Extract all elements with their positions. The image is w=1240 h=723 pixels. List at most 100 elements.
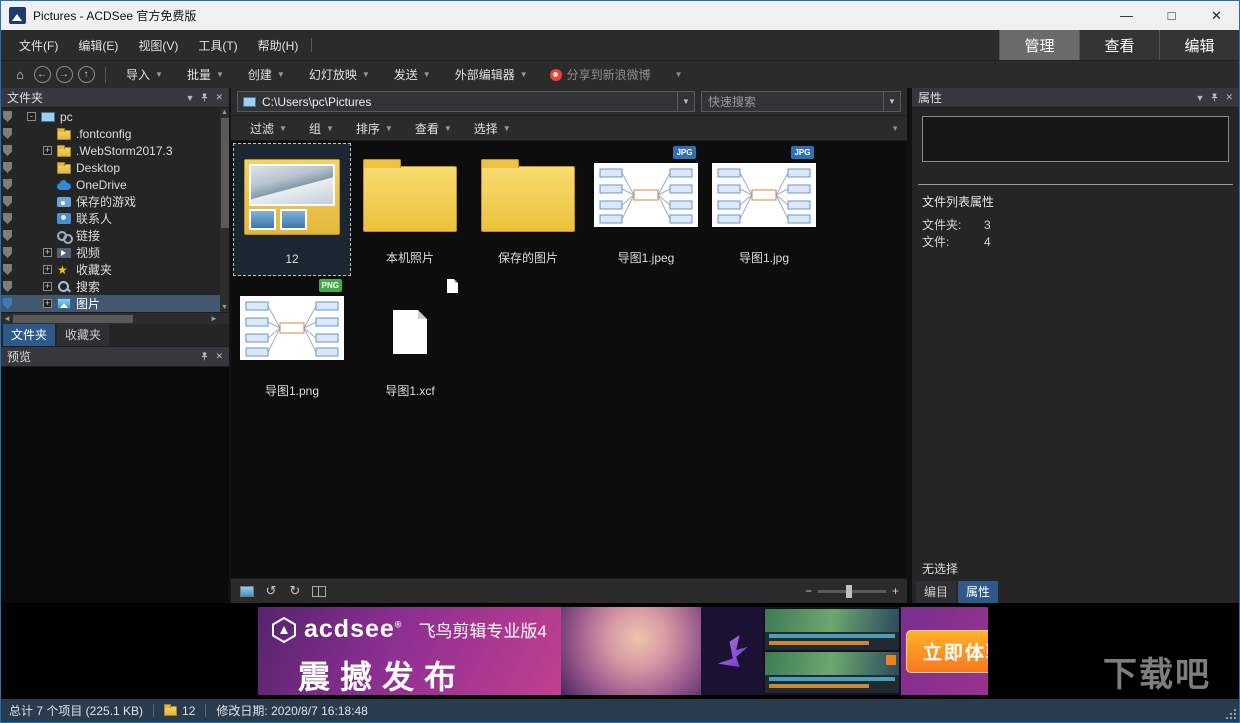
tree-item[interactable]: 保存的游戏 xyxy=(1,193,229,210)
toolbar-dropdown[interactable]: 导入 ▼ xyxy=(114,66,175,83)
file-tile[interactable]: JPG 导图1.jpg xyxy=(705,143,823,276)
scroll-right-icon[interactable]: ► xyxy=(208,313,220,325)
left-panel-tabs: 文件夹收藏夹 xyxy=(1,324,229,347)
zoom-in-icon[interactable]: + xyxy=(892,584,899,598)
toolbar-dropdown[interactable]: 创建 ▼ xyxy=(236,66,297,83)
scrollbar-thumb[interactable] xyxy=(221,118,229,228)
resize-grip[interactable] xyxy=(1226,709,1236,719)
mode-tab-edit[interactable]: 编辑 xyxy=(1159,30,1239,60)
filter-button-label: 排序 xyxy=(356,120,380,137)
mindmap-thumbnail xyxy=(240,296,344,360)
file-tile[interactable]: 本机照片 xyxy=(351,143,469,276)
toolbar-dropdown-label: 创建 xyxy=(248,66,272,83)
filter-button[interactable]: 排序 ▼ xyxy=(345,120,404,137)
chevron-down-icon: ▼ xyxy=(362,70,370,79)
pin-icon[interactable] xyxy=(200,93,209,102)
ad-banner[interactable]: acdsee® 飞鸟剪辑专业版4 震撼发布 xyxy=(258,607,988,695)
tree-item[interactable]: 链接 xyxy=(1,227,229,244)
toolbar-dropdown[interactable]: 发送 ▼ xyxy=(382,66,443,83)
file-tile[interactable]: 导图1.xcf xyxy=(351,276,469,409)
close-panel-icon[interactable]: ✕ xyxy=(1225,92,1233,103)
menu-item[interactable]: 编辑(E) xyxy=(68,30,128,60)
tree-item[interactable]: OneDrive xyxy=(1,176,229,193)
file-tile[interactable]: 12 xyxy=(233,143,351,276)
tree-expander[interactable]: + xyxy=(43,265,52,274)
tree-item[interactable]: .fontconfig xyxy=(1,125,229,142)
tree-item[interactable]: - pc xyxy=(1,108,229,125)
up-button[interactable]: ↑ xyxy=(75,64,97,86)
view-panels-icon[interactable] xyxy=(311,583,327,599)
tree-item[interactable]: + 视频 xyxy=(1,244,229,261)
mode-tab-manage[interactable]: 管理 xyxy=(999,30,1079,60)
thumbnail-preview-icon[interactable] xyxy=(239,583,255,599)
toolbar-overflow-icon[interactable]: ▼ xyxy=(675,70,683,79)
quick-search-input[interactable] xyxy=(702,95,883,109)
tree-item[interactable]: 联系人 xyxy=(1,210,229,227)
rotate-right-icon[interactable]: ↻ xyxy=(287,583,303,599)
pin-icon[interactable] xyxy=(200,352,209,361)
scrollbar-thumb[interactable] xyxy=(13,315,133,323)
toolbar-dropdown[interactable]: 外部编辑器 ▼ xyxy=(443,66,540,83)
address-combo[interactable]: C:\Users\pc\Pictures ▼ xyxy=(237,91,695,112)
tree-horizontal-scrollbar[interactable]: ◄ ► xyxy=(1,312,229,324)
tree-item[interactable]: + 图片 xyxy=(1,295,229,312)
share-weibo-button[interactable]: 分享到新浪微博 xyxy=(540,66,661,83)
tree-expander[interactable]: + xyxy=(43,146,52,155)
tree-expander[interactable]: + xyxy=(43,248,52,257)
address-dropdown-icon[interactable]: ▼ xyxy=(677,92,694,111)
tree-expander[interactable]: + xyxy=(43,299,52,308)
zoom-out-icon[interactable]: − xyxy=(805,584,812,598)
close-panel-icon[interactable]: ✕ xyxy=(215,351,223,362)
zoom-slider[interactable] xyxy=(818,590,886,593)
cta-button[interactable]: 立即体验 xyxy=(906,630,988,673)
panel-tab[interactable]: 属性 xyxy=(958,581,998,603)
tree-vertical-scrollbar[interactable]: ▲ ▼ xyxy=(220,108,229,312)
menu-item[interactable]: 帮助(H) xyxy=(248,30,309,60)
panel-tab[interactable]: 文件夹 xyxy=(3,324,55,346)
acdsee-window: Pictures - ACDSee 官方免费版 — □ ✕ 文件(F)编辑(E)… xyxy=(0,0,1240,723)
file-tile[interactable]: JPG 导图1.jpeg xyxy=(587,143,705,276)
zoom-slider-thumb[interactable] xyxy=(846,585,852,598)
back-button[interactable]: ← xyxy=(31,64,53,86)
scroll-left-icon[interactable]: ◄ xyxy=(1,313,13,325)
menu-item[interactable]: 文件(F) xyxy=(9,30,68,60)
scroll-down-icon[interactable]: ▼ xyxy=(220,303,229,312)
tree-expander[interactable]: + xyxy=(43,282,52,291)
tree-expander[interactable]: - xyxy=(27,112,36,121)
close-button[interactable]: ✕ xyxy=(1194,1,1239,30)
filter-button[interactable]: 查看 ▼ xyxy=(404,120,463,137)
tree-item[interactable]: + .WebStorm2017.3 xyxy=(1,142,229,159)
home-button[interactable]: ⌂ xyxy=(9,64,31,86)
rotate-left-icon[interactable]: ↺ xyxy=(263,583,279,599)
mode-tab-view[interactable]: 查看 xyxy=(1079,30,1159,60)
row-marker-icon xyxy=(3,230,12,241)
filter-button[interactable]: 组 ▼ xyxy=(298,120,345,137)
maximize-button[interactable]: □ xyxy=(1149,1,1194,30)
panel-menu-icon[interactable]: ▼ xyxy=(1196,93,1205,103)
panel-menu-icon[interactable]: ▼ xyxy=(186,93,195,103)
scroll-up-icon[interactable]: ▲ xyxy=(220,108,229,117)
close-panel-icon[interactable]: ✕ xyxy=(215,92,223,103)
toolbar-dropdown[interactable]: 批量 ▼ xyxy=(175,66,236,83)
panel-tab[interactable]: 收藏夹 xyxy=(57,324,109,346)
minimize-button[interactable]: — xyxy=(1104,1,1149,30)
tree-item[interactable]: + 收藏夹 xyxy=(1,261,229,278)
tree-item[interactable]: Desktop xyxy=(1,159,229,176)
mindmap-thumbnail xyxy=(712,163,816,227)
row-marker-icon xyxy=(3,179,12,190)
tree-item[interactable]: + 搜索 xyxy=(1,278,229,295)
filter-button-label: 选择 xyxy=(474,120,498,137)
filter-button[interactable]: 选择 ▼ xyxy=(463,120,522,137)
menu-item[interactable]: 视图(V) xyxy=(128,30,188,60)
menu-item[interactable]: 工具(T) xyxy=(188,30,247,60)
pin-icon[interactable] xyxy=(1210,93,1219,102)
forward-button[interactable]: → xyxy=(53,64,75,86)
file-tile[interactable]: PNG 导图1.png xyxy=(233,276,351,409)
panel-tab[interactable]: 编目 xyxy=(916,581,956,603)
filter-overflow-icon[interactable]: ▼ xyxy=(891,124,899,133)
properties-panel-header: 属性 ▼ ✕ xyxy=(912,88,1239,108)
filter-button[interactable]: 过滤 ▼ xyxy=(239,120,298,137)
search-dropdown-icon[interactable]: ▼ xyxy=(883,92,900,111)
toolbar-dropdown[interactable]: 幻灯放映 ▼ xyxy=(297,66,382,83)
file-tile[interactable]: 保存的图片 xyxy=(469,143,587,276)
